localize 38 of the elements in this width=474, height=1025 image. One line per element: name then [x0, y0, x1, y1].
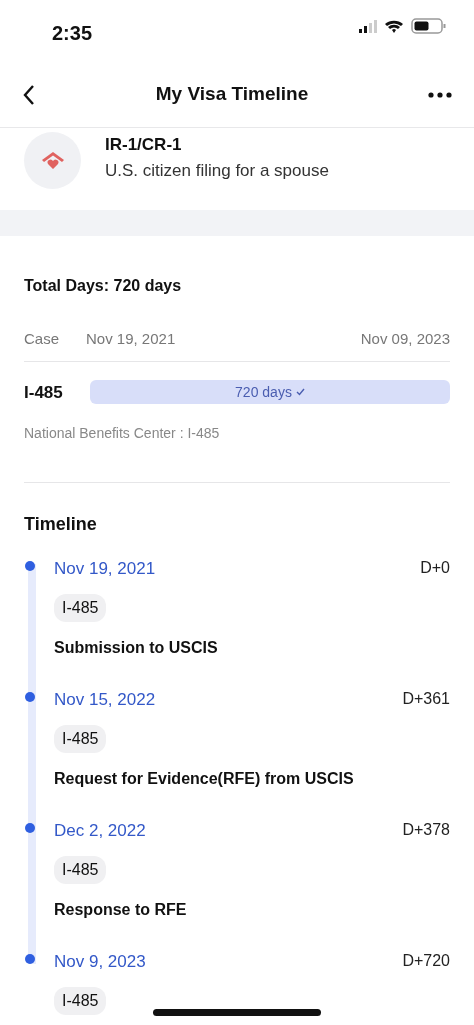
event-date: Nov 19, 2021	[54, 558, 156, 580]
day-count: D+0	[420, 558, 450, 578]
screen-title: My Visa Timeline	[155, 82, 309, 107]
case-end-date: Nov 09, 2023	[360, 329, 450, 349]
check-icon	[295, 388, 305, 397]
form-tag: I-485	[54, 724, 107, 753]
visa-code: IR-1/CR-1	[105, 134, 183, 156]
status-time: 2:35	[52, 21, 93, 46]
house-heart-icon	[40, 150, 65, 171]
case-label: Case	[24, 329, 61, 349]
event-date: Dec 2, 2022	[54, 820, 146, 842]
visa-description: U.S. citizen filing for a spouse	[105, 159, 329, 182]
form-tag: I-485	[54, 986, 107, 1015]
event-date: Nov 15, 2022	[54, 689, 156, 711]
day-count: D+720	[402, 951, 450, 971]
back-icon[interactable]	[22, 83, 36, 106]
form-label: I-485	[24, 381, 64, 404]
service-center: National Benefits Center : I-485	[24, 405, 450, 483]
battery-icon	[411, 18, 446, 34]
event-title: Request for Evidence(RFE) from USCIS	[54, 768, 355, 789]
section-title: Timeline	[24, 513, 98, 536]
day-count: D+378	[402, 820, 450, 840]
timeline-dot	[25, 692, 35, 702]
wifi-icon	[385, 19, 403, 33]
event-title: Response to RFE	[54, 899, 188, 920]
signal-icon	[359, 19, 377, 33]
form-tag: I-485	[54, 855, 107, 884]
more-icon[interactable]	[428, 91, 452, 98]
form-tag: I-485	[54, 593, 107, 622]
day-count: D+361	[402, 689, 450, 709]
event-date: Nov 9, 2023	[54, 951, 146, 973]
timeline-dot	[25, 823, 35, 833]
bar-label: 720 days	[235, 382, 292, 402]
total-days: Total Days: 720 days	[24, 274, 450, 298]
timeline-dot	[25, 561, 35, 571]
event-title: Submission to USCIS	[54, 637, 219, 658]
timeline-dot	[25, 954, 35, 964]
case-start-date: Nov 19, 2021	[86, 329, 176, 349]
